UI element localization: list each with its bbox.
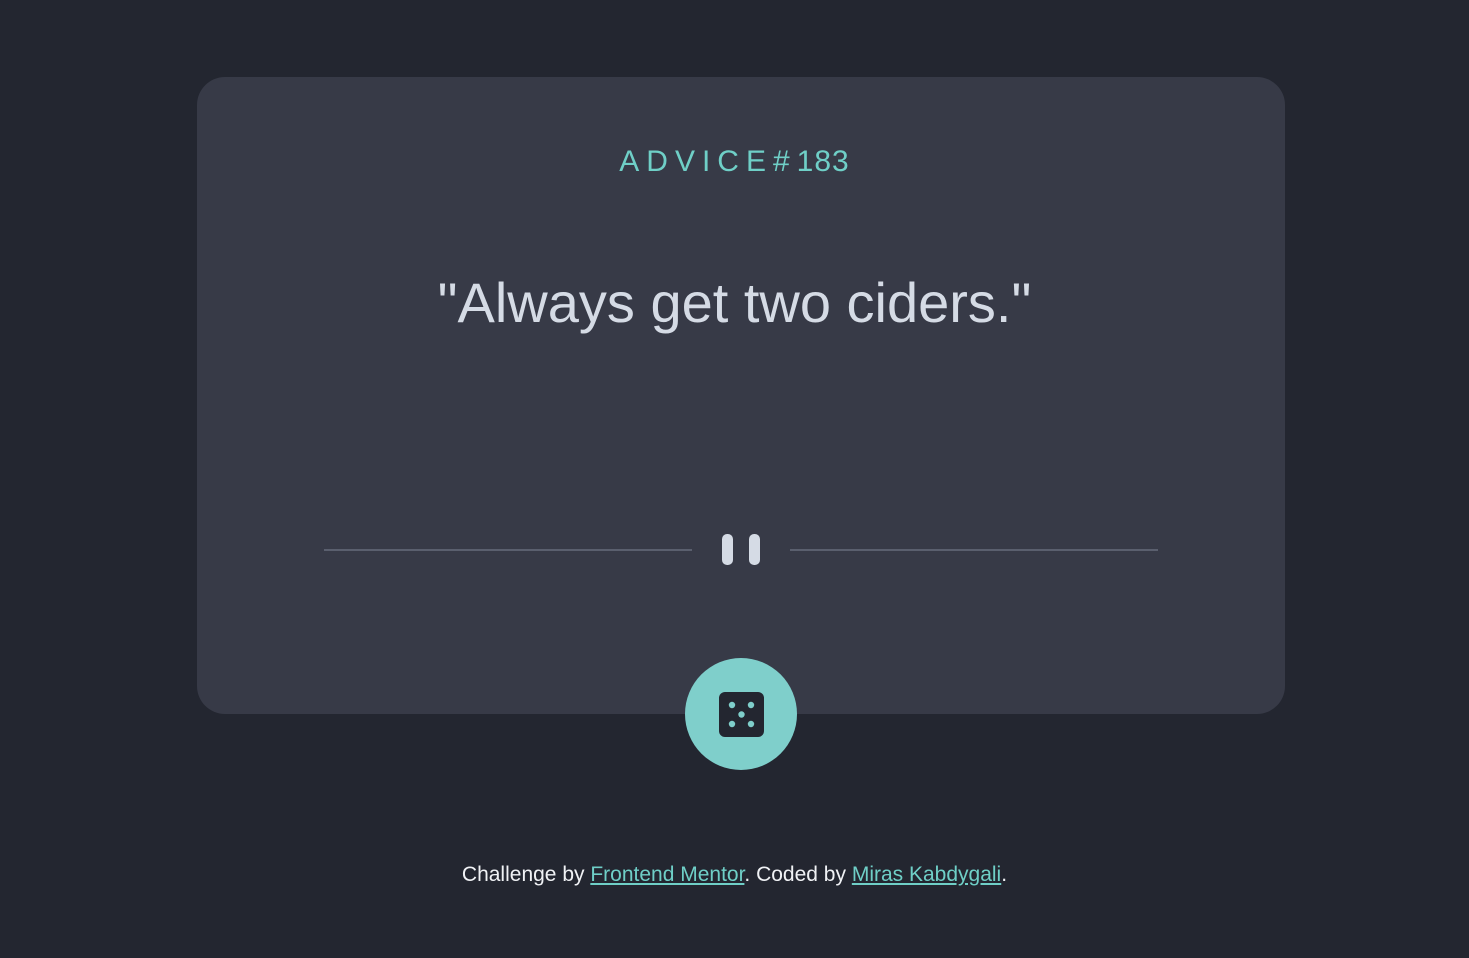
- pause-bar-right: [749, 534, 760, 565]
- frontend-mentor-link[interactable]: Frontend Mentor: [590, 863, 744, 886]
- attribution-footer: Challenge by Frontend Mentor. Coded by M…: [0, 860, 1469, 890]
- page: ADVICE# 183 "Always get two ciders." Cha…: [0, 0, 1469, 958]
- footer-suffix: .: [1001, 863, 1008, 886]
- new-advice-button[interactable]: [685, 658, 797, 770]
- dice-icon: [719, 692, 764, 737]
- pause-bar-left: [722, 534, 733, 565]
- advice-heading: ADVICE# 183: [0, 142, 1469, 182]
- advice-label-text: ADVICE#: [619, 145, 797, 178]
- advice-number: 183: [796, 145, 850, 178]
- divider-right-line: [790, 549, 1158, 551]
- author-link[interactable]: Miras Kabdygali: [852, 863, 1001, 886]
- divider-left-line: [324, 549, 692, 551]
- pause-icon: [722, 534, 760, 565]
- footer-prefix: Challenge by: [461, 863, 591, 886]
- advice-quote: "Always get two ciders.": [437, 271, 1032, 334]
- footer-middle: . Coded by: [744, 863, 852, 886]
